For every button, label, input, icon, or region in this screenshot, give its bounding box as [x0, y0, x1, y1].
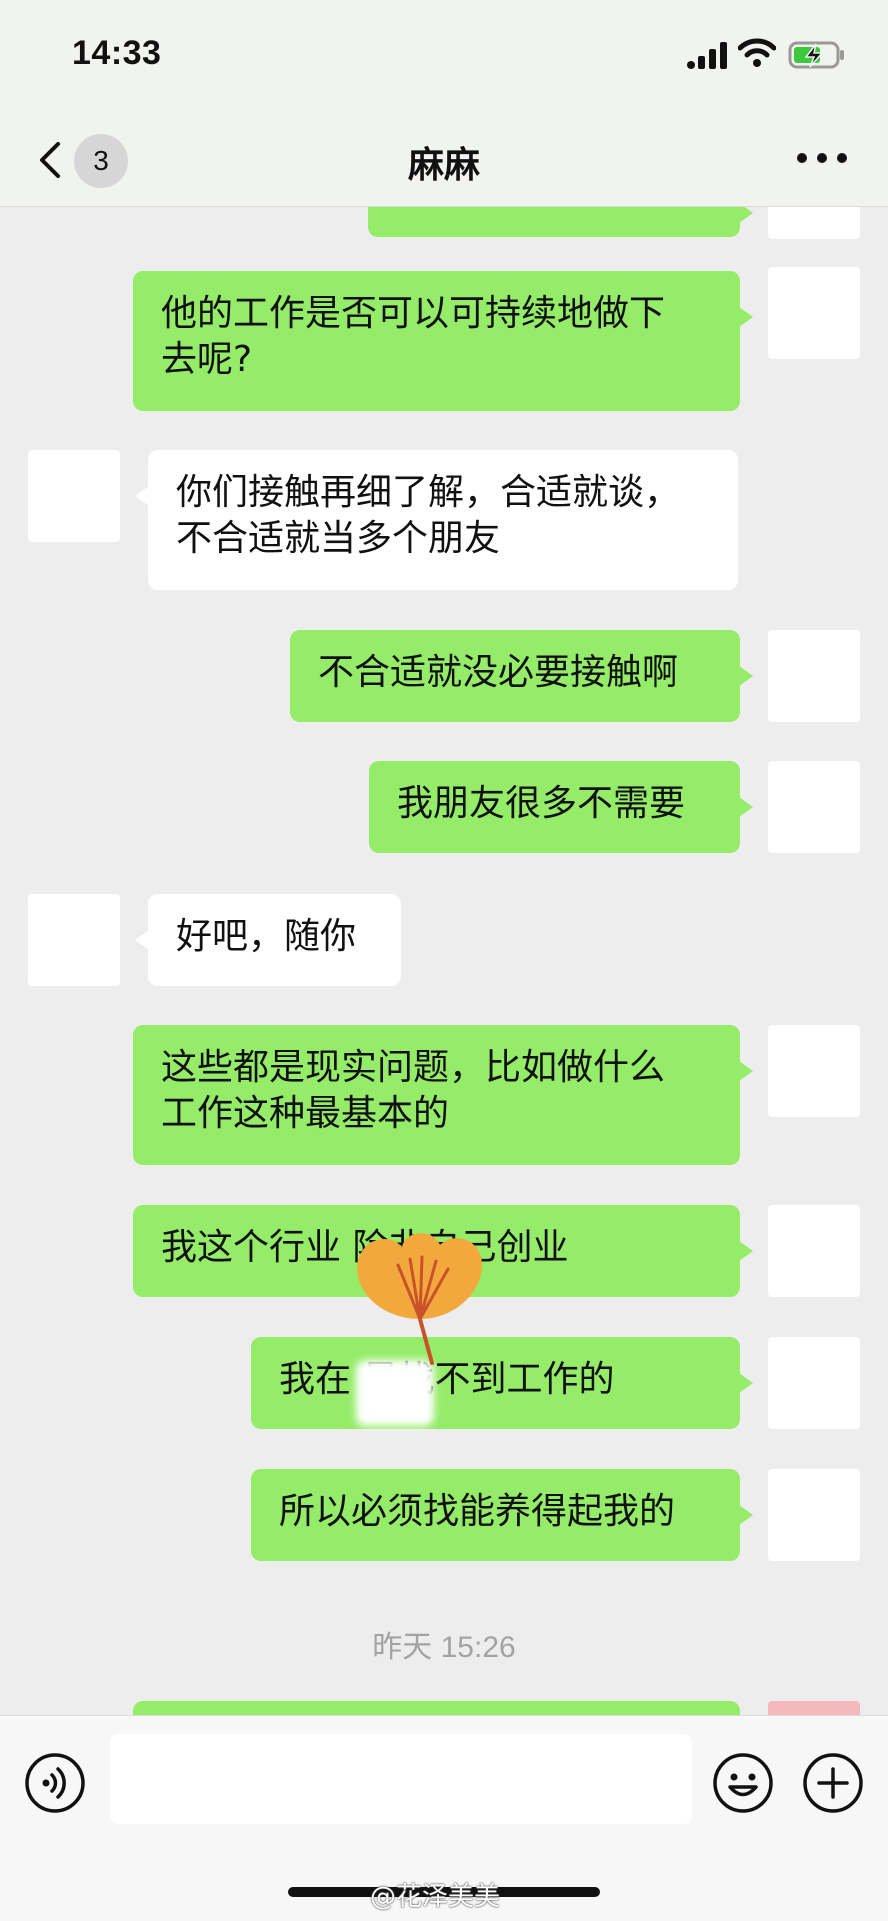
- my-avatar[interactable]: [768, 1025, 860, 1117]
- redaction-blur: [356, 1360, 434, 1426]
- my-avatar[interactable]: [768, 1205, 860, 1297]
- back-button[interactable]: 3: [30, 132, 140, 188]
- message-timestamp: 昨天 15:26: [372, 1631, 516, 1664]
- status-bar: 14:33: [0, 0, 888, 110]
- message-bubble[interactable]: 我朋友很多不需要: [369, 761, 753, 853]
- more-options-icon[interactable]: [796, 146, 848, 170]
- message-bubble[interactable]: 他的工作是否可以可持续地做下 去呢?: [133, 271, 753, 411]
- unread-count-badge: 3: [74, 134, 128, 188]
- contact-avatar[interactable]: [28, 450, 120, 542]
- message-bubble[interactable]: 我在 是找不到工作的: [251, 1337, 753, 1429]
- emoji-icon[interactable]: [712, 1752, 774, 1814]
- input-bar: @花泽美美: [0, 1715, 888, 1921]
- contact-avatar[interactable]: [28, 894, 120, 986]
- my-avatar[interactable]: [768, 207, 860, 239]
- watermark: @花泽美美: [370, 1882, 501, 1912]
- message-bubble[interactable]: 你们接触再细了解，合适就谈， 不合适就当多个朋友: [135, 450, 738, 590]
- my-avatar[interactable]: [768, 267, 860, 359]
- my-avatar[interactable]: [768, 1337, 860, 1429]
- chat-header: 3 麻麻: [0, 110, 888, 207]
- message-bubble-partial: [133, 1701, 740, 1715]
- my-avatar[interactable]: [768, 761, 860, 853]
- ginkgo-leaf-sticker-icon: [357, 1233, 482, 1365]
- cellular-signal-icon: [687, 42, 727, 69]
- my-avatar[interactable]: [768, 1701, 860, 1715]
- message-bubble[interactable]: 所以必须找能养得起我的: [251, 1469, 753, 1561]
- my-avatar[interactable]: [768, 1469, 860, 1561]
- chat-title: 麻麻: [407, 145, 480, 186]
- wifi-icon: [738, 38, 776, 67]
- battery-charging-icon: [788, 41, 844, 69]
- message-bubble-partial: [368, 207, 753, 237]
- message-bubble[interactable]: 不合适就没必要接触啊: [290, 630, 753, 722]
- plus-icon[interactable]: [802, 1752, 864, 1814]
- message-input[interactable]: [110, 1734, 692, 1824]
- voice-input-icon[interactable]: [24, 1752, 86, 1814]
- message-bubble[interactable]: 这些都是现实问题，比如做什么 工作这种最基本的: [133, 1025, 753, 1165]
- chevron-left-icon: [40, 142, 60, 178]
- status-time: 14:33: [72, 34, 162, 72]
- message-bubble[interactable]: 好吧，随你: [135, 894, 401, 986]
- my-avatar[interactable]: [768, 630, 860, 722]
- message-list[interactable]: 他的工作是否可以可持续地做下 去呢? 你们接触再细了解，合适就谈， 不合适就当多…: [0, 207, 888, 1715]
